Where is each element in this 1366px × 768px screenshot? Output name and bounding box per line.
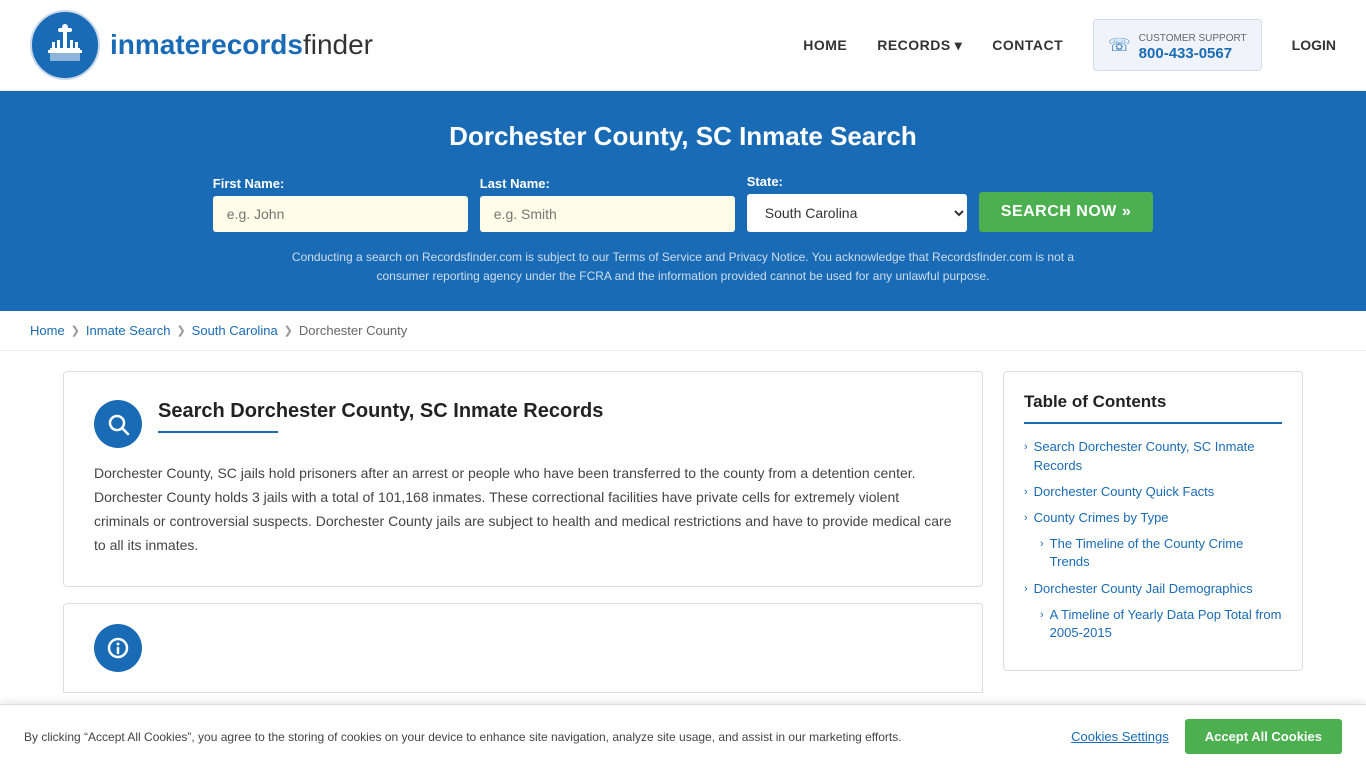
search-form: First Name: Last Name: State: South Caro… [20,174,1346,232]
article-card-main: Search Dorchester County, SC Inmate Reco… [63,371,983,586]
cookie-settings-button[interactable]: Cookies Settings [1071,729,1169,744]
phone-icon: ☏ [1108,35,1131,56]
last-name-label: Last Name: [480,176,550,191]
toc-item: ›Dorchester County Jail Demographics [1024,580,1282,598]
state-label: State: [747,174,783,189]
toc-link[interactable]: ›A Timeline of Yearly Data Pop Total fro… [1040,606,1282,642]
chevron-right-icon: › [1040,608,1044,623]
disclaimer-text: Conducting a search on Recordsfinder.com… [283,248,1083,286]
state-select[interactable]: South CarolinaAlabamaAlaskaArizonaArkans… [747,194,967,232]
toc-card: Table of Contents ›Search Dorchester Cou… [1003,371,1303,671]
chevron-right-icon: › [1040,537,1044,552]
search-icon [94,400,142,448]
hero-title: Dorchester County, SC Inmate Search [20,121,1346,152]
article-title: Search Dorchester County, SC Inmate Reco… [158,400,952,423]
logo-icon [30,10,100,80]
article-header: Search Dorchester County, SC Inmate Reco… [94,400,952,448]
last-name-group: Last Name: [480,176,735,232]
state-group: State: South CarolinaAlabamaAlaskaArizon… [747,174,967,232]
cookie-text: By clicking “Accept All Cookies”, you ag… [24,728,1051,746]
toc-item: ›Dorchester County Quick Facts [1024,483,1282,501]
content-left: Search Dorchester County, SC Inmate Reco… [63,371,983,692]
toc-item: ›The Timeline of the County Crime Trends [1024,535,1282,571]
toc-link[interactable]: ›Search Dorchester County, SC Inmate Rec… [1024,438,1282,474]
toc-list: ›Search Dorchester County, SC Inmate Rec… [1024,438,1282,642]
toc-link[interactable]: ›County Crimes by Type [1024,509,1282,527]
chevron-right-icon: › [1024,582,1028,597]
article-title-area: Search Dorchester County, SC Inmate Reco… [158,400,952,433]
hero-section: Dorchester County, SC Inmate Search Firs… [0,91,1366,311]
article-title-underline [158,431,278,433]
chevron-down-icon: ▾ [955,37,963,54]
chevron-right-icon: › [1024,511,1028,526]
cookie-actions: Cookies Settings Accept All Cookies [1071,719,1342,754]
breadcrumb-sep-1: ❯ [71,324,80,337]
breadcrumb-home[interactable]: Home [30,323,65,338]
breadcrumb-sep-3: ❯ [284,324,293,337]
toc-underline [1024,422,1282,424]
logo[interactable]: inmaterecordsfinder [30,10,373,80]
toc-item: ›Search Dorchester County, SC Inmate Rec… [1024,438,1282,474]
toc-item: ›A Timeline of Yearly Data Pop Total fro… [1024,606,1282,642]
main-nav: HOME RECORDS ▾ CONTACT ☏ CUSTOMER SUPPOR… [803,19,1336,71]
article-body: Dorchester County, SC jails hold prisone… [94,462,952,557]
nav-records[interactable]: RECORDS ▾ [877,37,962,54]
login-button[interactable]: LOGIN [1292,37,1336,53]
toc-link[interactable]: ›Dorchester County Quick Facts [1024,483,1282,501]
breadcrumb: Home ❯ Inmate Search ❯ South Carolina ❯ … [0,311,1366,351]
cookie-banner: By clicking “Accept All Cookies”, you ag… [0,704,1366,768]
first-name-input[interactable] [213,196,468,232]
search-button[interactable]: SEARCH NOW » [979,192,1153,232]
support-info: CUSTOMER SUPPORT 800-433-0567 [1139,28,1247,62]
article-card-partial [63,603,983,693]
breadcrumb-county: Dorchester County [299,323,407,338]
toc-link[interactable]: ›The Timeline of the County Crime Trends [1040,535,1282,571]
customer-support[interactable]: ☏ CUSTOMER SUPPORT 800-433-0567 [1093,19,1262,71]
toc-item: ›County Crimes by Type [1024,509,1282,527]
toc-title: Table of Contents [1024,392,1282,412]
nav-contact[interactable]: CONTACT [992,37,1063,53]
chevron-right-icon: › [1024,440,1028,455]
last-name-input[interactable] [480,196,735,232]
toc-link[interactable]: ›Dorchester County Jail Demographics [1024,580,1282,598]
cookie-accept-button[interactable]: Accept All Cookies [1185,719,1342,754]
first-name-label: First Name: [213,176,285,191]
logo-text: inmaterecordsfinder [110,29,373,61]
site-header: inmaterecordsfinder HOME RECORDS ▾ CONTA… [0,0,1366,91]
breadcrumb-state[interactable]: South Carolina [192,323,278,338]
main-content: Search Dorchester County, SC Inmate Reco… [43,371,1323,692]
breadcrumb-inmate-search[interactable]: Inmate Search [86,323,171,338]
nav-home[interactable]: HOME [803,37,847,53]
content-right: Table of Contents ›Search Dorchester Cou… [1003,371,1303,671]
first-name-group: First Name: [213,176,468,232]
info-icon [94,624,142,672]
chevron-right-icon: › [1024,485,1028,500]
breadcrumb-sep-2: ❯ [176,324,185,337]
